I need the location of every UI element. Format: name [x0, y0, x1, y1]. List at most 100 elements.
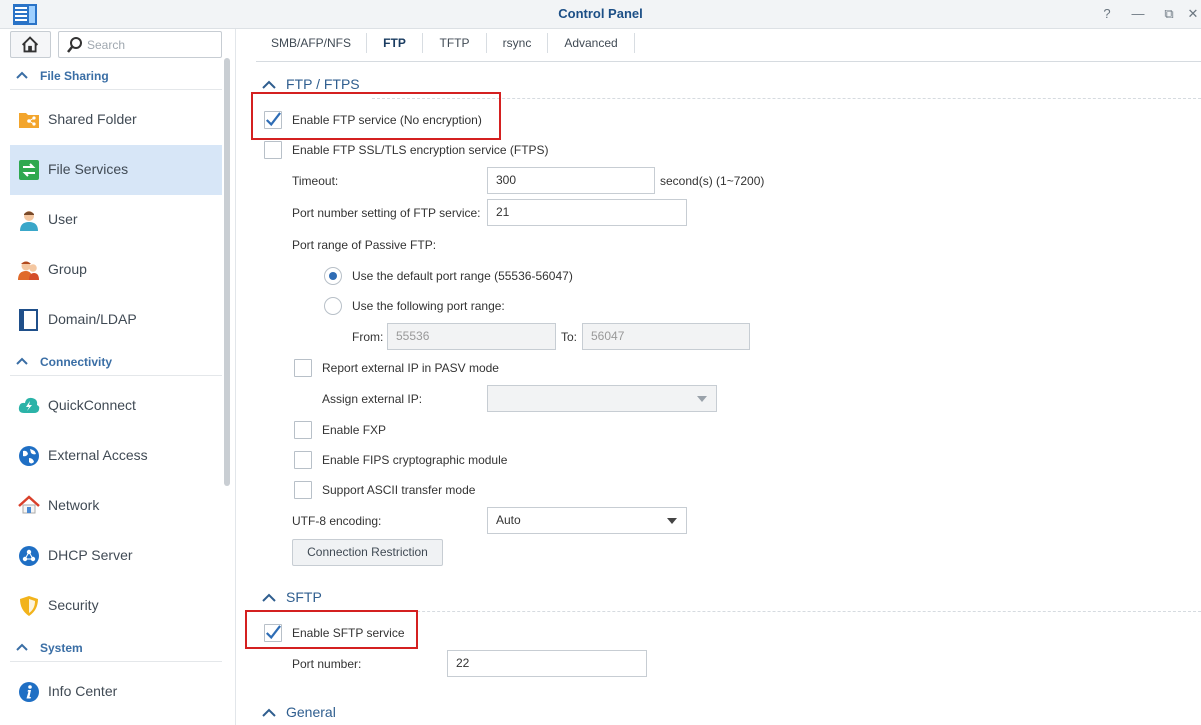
sidebar-item-file-services[interactable]: File Services [10, 145, 222, 195]
section-title-text: General [286, 704, 336, 720]
section-divider [332, 611, 1201, 612]
section-label: Connectivity [40, 355, 113, 369]
to-port-input[interactable]: 56047 [582, 323, 750, 350]
enable-ftps-label: Enable FTP SSL/TLS encryption service (F… [292, 143, 549, 157]
assign-external-ip-select[interactable] [487, 385, 717, 412]
sidebar-scrollbar[interactable] [224, 58, 230, 486]
tab-advanced[interactable]: Advanced [548, 29, 634, 62]
sidebar-item-label: Group [48, 261, 87, 277]
dropdown-arrow-icon [697, 396, 707, 402]
ascii-mode-checkbox[interactable] [294, 481, 312, 499]
tab-bar: SMB/AFP/NFS FTP TFTP rsync Advanced [256, 29, 1201, 62]
to-label: To: [561, 330, 578, 344]
home-button[interactable] [10, 31, 51, 58]
sidebar-item-info-center[interactable]: Info Center [10, 667, 222, 717]
enable-fips-label: Enable FIPS cryptographic module [322, 453, 508, 467]
section-system[interactable]: System [10, 634, 222, 662]
sidebar-item-security[interactable]: Security [10, 581, 222, 631]
sidebar-item-shared-folder[interactable]: Shared Folder [10, 95, 222, 145]
sidebar-item-label: User [48, 211, 78, 227]
file-services-icon [19, 160, 39, 180]
section-sftp[interactable]: SFTP [262, 589, 322, 605]
group-icon [18, 261, 39, 280]
ascii-mode-label: Support ASCII transfer mode [322, 483, 476, 497]
from-label: From: [352, 330, 384, 344]
section-label: System [40, 641, 83, 655]
search-input[interactable] [87, 37, 215, 53]
search-icon [67, 37, 82, 53]
from-port-input[interactable]: 55536 [387, 323, 556, 350]
port-label: Port number setting of FTP service: [292, 206, 481, 220]
sidebar-item-quickconnect[interactable]: QuickConnect [10, 381, 222, 431]
sidebar-item-label: Network [48, 497, 100, 513]
utf8-encoding-select[interactable]: Auto [487, 507, 687, 534]
enable-fips-checkbox[interactable] [294, 451, 312, 469]
sidebar-item-domain-ldap[interactable]: Domain/LDAP [10, 295, 222, 345]
section-connectivity[interactable]: Connectivity [10, 348, 222, 376]
chevron-up-icon [16, 643, 28, 651]
info-icon [19, 682, 39, 702]
section-ftp-ftps[interactable]: FTP / FTPS [262, 76, 360, 92]
window-title: Control Panel [558, 6, 643, 21]
sidebar-item-external-access[interactable]: External Access [10, 431, 222, 481]
passive-custom-radio[interactable] [324, 297, 342, 315]
sidebar-item-dhcp-server[interactable]: DHCP Server [10, 531, 222, 581]
dhcp-server-icon [19, 546, 39, 566]
quickconnect-icon [18, 397, 40, 413]
section-title-text: SFTP [286, 589, 322, 605]
domain-ldap-icon [19, 309, 38, 331]
sidebar-item-label: File Services [48, 161, 129, 177]
enable-ftps-checkbox[interactable] [264, 141, 282, 159]
sidebar-item-label: External Access [48, 447, 148, 463]
shield-icon [20, 596, 38, 616]
section-general[interactable]: General [262, 704, 336, 720]
chevron-up-icon [16, 357, 28, 365]
shared-folder-icon [19, 113, 39, 128]
sidebar-item-user[interactable]: User [10, 195, 222, 245]
passive-default-label: Use the default port range (55536-56047) [352, 269, 573, 283]
assign-external-ip-label: Assign external IP: [322, 392, 423, 406]
sidebar-item-label: Security [48, 597, 99, 613]
highlight-box-sftp [245, 610, 418, 649]
tab-smb-afp-nfs[interactable]: SMB/AFP/NFS [256, 29, 366, 62]
tab-tftp[interactable]: TFTP [423, 29, 486, 62]
section-label: File Sharing [40, 69, 109, 83]
sidebar-item-label: Shared Folder [48, 111, 137, 127]
sftp-port-label: Port number: [292, 657, 362, 671]
chevron-up-icon [262, 80, 276, 89]
sidebar-item-label: QuickConnect [48, 397, 136, 413]
utf8-value: Auto [496, 513, 521, 527]
sidebar-item-label: Domain/LDAP [48, 311, 137, 327]
passive-custom-label: Use the following port range: [352, 299, 505, 313]
timeout-input[interactable]: 300 [487, 167, 655, 194]
minimize-icon[interactable]: — [1128, 4, 1148, 24]
close-icon[interactable]: ✕ [1183, 4, 1201, 24]
globe-icon [19, 446, 39, 466]
title-bar: Control Panel ? — ⧉ ✕ [0, 0, 1201, 29]
chevron-up-icon [262, 593, 276, 602]
search-field[interactable] [58, 31, 222, 58]
sidebar-item-network[interactable]: Network [10, 481, 222, 531]
enable-fxp-checkbox[interactable] [294, 421, 312, 439]
report-external-ip-checkbox[interactable] [294, 359, 312, 377]
passive-default-radio[interactable] [324, 267, 342, 285]
highlight-box-ftp [251, 92, 501, 140]
restore-icon[interactable]: ⧉ [1159, 4, 1179, 24]
chevron-up-icon [262, 708, 276, 717]
timeout-unit: second(s) (1~7200) [660, 174, 765, 188]
ftp-port-input[interactable]: 21 [487, 199, 687, 226]
tab-ftp[interactable]: FTP [367, 29, 422, 62]
sidebar-item-label: Info Center [48, 683, 118, 699]
sftp-port-input[interactable]: 22 [447, 650, 647, 677]
timeout-label: Timeout: [292, 174, 339, 188]
utf8-label: UTF-8 encoding: [292, 514, 382, 528]
enable-fxp-label: Enable FXP [322, 423, 387, 437]
help-icon[interactable]: ? [1097, 4, 1117, 24]
connection-restriction-button[interactable]: Connection Restriction [292, 539, 443, 566]
section-file-sharing[interactable]: File Sharing [10, 62, 222, 90]
sidebar-item-label: DHCP Server [48, 547, 133, 563]
tab-rsync[interactable]: rsync [487, 29, 547, 62]
passive-ftp-label: Port range of Passive FTP: [292, 238, 437, 252]
sidebar-item-group[interactable]: Group [10, 245, 222, 295]
section-title-text: FTP / FTPS [286, 76, 360, 92]
